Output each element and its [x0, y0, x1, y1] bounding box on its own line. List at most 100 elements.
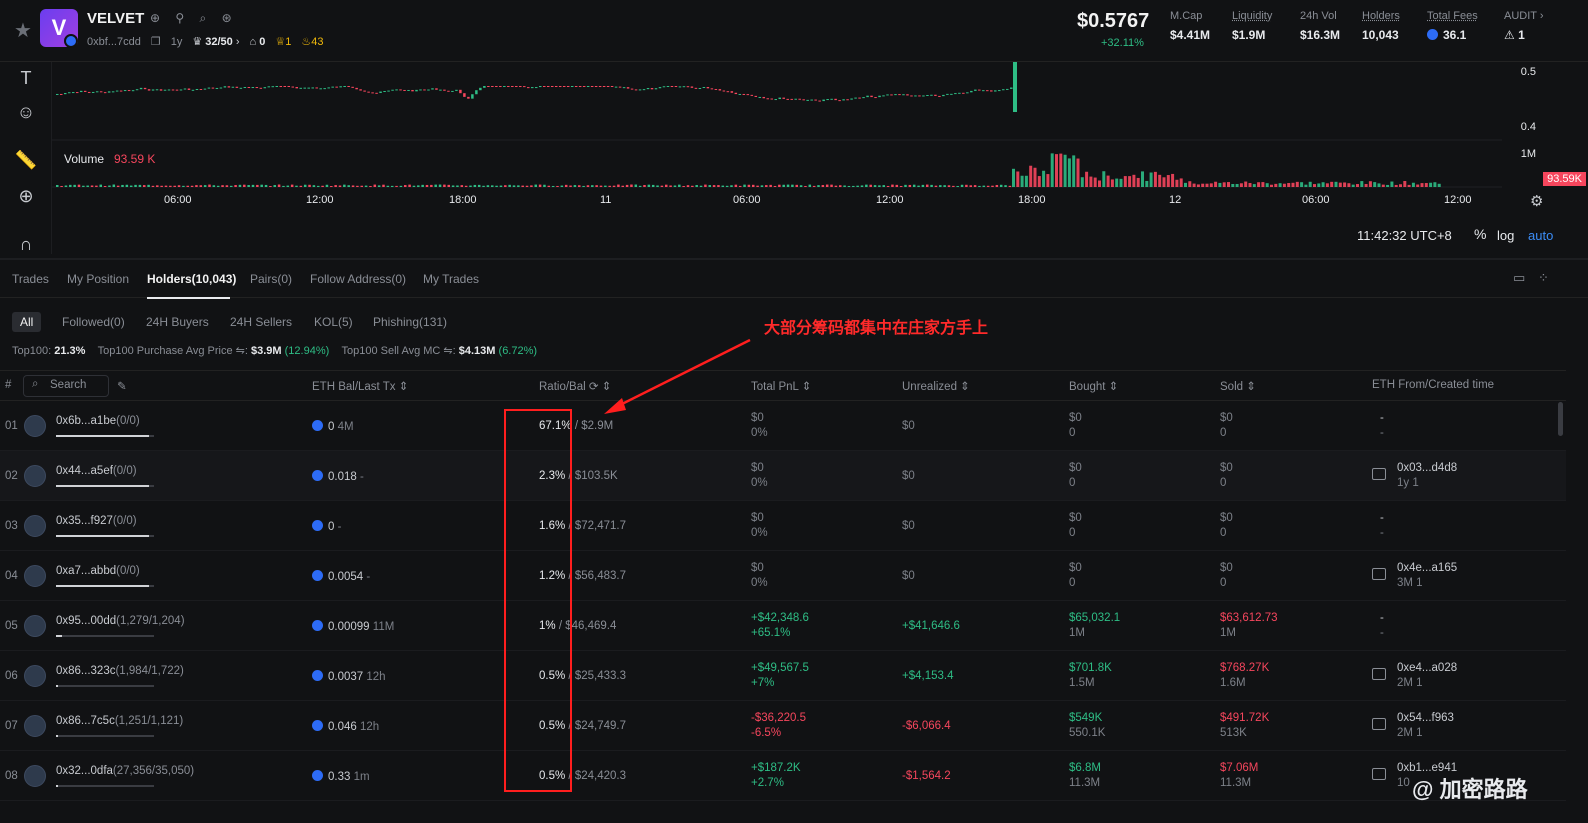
text-tool-icon[interactable]: T — [14, 66, 38, 90]
candle — [103, 92, 107, 94]
star-icon[interactable]: ★ — [14, 18, 32, 43]
zoom-tool-icon[interactable]: ⊕ — [14, 184, 38, 208]
holder-address[interactable]: 0x35...f927(0/0) — [56, 515, 137, 527]
holder-address[interactable]: 0x95...00dd(1,279/1,204) — [56, 615, 185, 627]
percent-toggle[interactable]: % — [1474, 226, 1486, 242]
col-eth-bal[interactable]: ETH Bal/Last Tx ⇕ — [312, 379, 408, 393]
filter-24h-sellers[interactable]: 24H Sellers — [222, 312, 300, 332]
volume-bar — [82, 185, 85, 187]
table-row[interactable]: 06 0x86...323c(1,984/1,722) 0.0037 12h 0.5%… — [0, 651, 1566, 701]
holding-bar — [56, 785, 154, 787]
candle — [562, 86, 566, 87]
candle — [786, 98, 789, 100]
filter-followed[interactable]: Followed(0) — [54, 312, 133, 332]
volume-bar — [791, 184, 794, 187]
stat-total-fees[interactable]: Total Fees 36.1 — [1427, 10, 1478, 42]
holder-address[interactable]: 0x32...0dfa(27,356/35,050) — [56, 765, 194, 777]
candle — [523, 86, 526, 88]
filter-phishing[interactable]: Phishing(131) — [365, 312, 455, 332]
holder-address[interactable]: 0x6b...a1be(0/0) — [56, 415, 140, 427]
bubble-map-icon[interactable]: ⁘ — [1538, 270, 1549, 286]
volume-bar — [534, 184, 537, 187]
candle — [774, 99, 777, 101]
volume-bar — [173, 185, 176, 187]
col-total-pnl[interactable]: Total PnL ⇕ — [751, 379, 811, 393]
candle — [511, 86, 514, 87]
volume-bar — [1265, 183, 1269, 187]
copy-icon[interactable]: ❐ — [151, 35, 161, 48]
log-toggle[interactable]: log — [1497, 228, 1514, 243]
volume-bar — [116, 185, 120, 187]
table-row[interactable]: 07 0x86...7c5c(1,251/1,121) 0.046 12h 0.5% … — [0, 701, 1566, 751]
candle — [726, 91, 730, 93]
tab-pairs[interactable]: Pairs(0) — [250, 272, 292, 286]
eth-from[interactable]: -- — [1380, 511, 1384, 541]
tab-trades[interactable]: Trades — [12, 272, 49, 286]
col-bought[interactable]: Bought ⇕ — [1069, 379, 1118, 393]
table-row[interactable]: 05 0x95...00dd(1,279/1,204) 0.00099 11M 1% … — [0, 601, 1566, 651]
eth-from[interactable]: 0x54...f963 2M 1 — [1397, 711, 1454, 741]
auto-toggle[interactable]: auto — [1528, 228, 1553, 243]
filter-all[interactable]: All — [12, 312, 42, 332]
volume-bar — [1429, 182, 1433, 187]
tab-follow-address[interactable]: Follow Address(0) — [310, 272, 406, 286]
candle — [431, 88, 434, 90]
stat-liquidity[interactable]: Liquidity $1.9M — [1232, 10, 1272, 42]
holder-address[interactable]: 0x44...a5ef(0/0) — [56, 465, 137, 477]
rank: 03 — [5, 520, 18, 532]
tab-my-trades[interactable]: My Trades — [423, 272, 479, 286]
eth-from[interactable]: 0x03...d4d8 1y 1 — [1397, 461, 1457, 491]
holder-address[interactable]: 0xa7...abbd(0/0) — [56, 565, 140, 577]
panel-layout-icon[interactable]: ▭ — [1513, 270, 1525, 286]
eth-balance: 0.00099 11M — [312, 620, 394, 633]
eth-from[interactable]: -- — [1380, 411, 1384, 441]
eth-from[interactable]: 0x4e...a165 3M 1 — [1397, 561, 1457, 591]
settings-gear-icon[interactable]: ⚙ — [1530, 192, 1543, 210]
emoji-tool-icon[interactable]: ☺ — [14, 100, 38, 124]
volume-bar — [1437, 183, 1441, 187]
candle — [746, 94, 750, 96]
stat-holders[interactable]: Holders 10,043 — [1362, 10, 1400, 42]
contract-address[interactable]: 0xbf...7cdd — [87, 36, 141, 48]
volume-bar — [147, 184, 150, 187]
stat-audit[interactable]: AUDIT › ⚠ 1 — [1504, 10, 1544, 42]
total-pnl: +$187.2K +2.7% — [751, 762, 801, 789]
candle — [395, 89, 398, 91]
volume-bar — [1368, 181, 1372, 187]
token-link-icons[interactable]: ⊕ ⚲ ⌕ ⊛ — [150, 11, 238, 26]
table-row[interactable]: 01 0x6b...a1be(0/0) 0 4M 67.1% / $2.9M $0 0% $… — [0, 401, 1566, 451]
trophy-chip: ♕1 — [275, 36, 292, 48]
candle — [974, 89, 977, 91]
edit-icon[interactable]: ✎ — [117, 379, 127, 393]
volume-bar — [1377, 183, 1381, 187]
magnet-tool-icon[interactable]: ∩ — [14, 232, 38, 256]
tab-my-position[interactable]: My Position — [67, 272, 129, 286]
volume-bar — [673, 185, 677, 187]
col-sold[interactable]: Sold ⇕ — [1220, 379, 1256, 393]
volume-bar — [665, 184, 668, 187]
table-row[interactable]: 03 0x35...f927(0/0) 0 -1.6% / $72,471.7 $0 0… — [0, 501, 1566, 551]
holder-address[interactable]: 0x86...7c5c(1,251/1,121) — [56, 715, 183, 727]
filter-24h-buyers[interactable]: 24H Buyers — [138, 312, 217, 332]
volume-bar — [121, 184, 124, 187]
holders-ratio-chip[interactable]: ♛ 32/50 › — [192, 35, 239, 48]
table-row[interactable]: 04 0xa7...abbd(0/0) 0.0054 -1.2% / $56,483… — [0, 551, 1566, 601]
tab-holders[interactable]: Holders(10,043) — [147, 272, 236, 286]
candle — [646, 88, 650, 90]
candle — [527, 87, 530, 89]
table-row[interactable]: 02 0x44...a5ef(0/0) 0.018 -2.3% / $103.5K $… — [0, 451, 1566, 501]
ruler-tool-icon[interactable]: 📏 — [14, 148, 38, 172]
eth-from[interactable]: -- — [1380, 611, 1384, 641]
volume-bar — [1278, 183, 1282, 187]
table-row[interactable]: 08 0x32...0dfa(27,356/35,050) 0.33 1m 0.5% … — [0, 751, 1566, 801]
volume-bar — [495, 185, 498, 187]
table-scrollbar[interactable] — [1558, 402, 1563, 436]
search-input[interactable]: ⌕ Search — [23, 375, 109, 397]
col-unrealized[interactable]: Unrealized ⇕ — [902, 379, 970, 393]
holder-address[interactable]: 0x86...323c(1,984/1,722) — [56, 665, 184, 677]
avatar — [24, 615, 46, 637]
x-tick: 12:00 — [306, 194, 334, 206]
filter-kol[interactable]: KOL(5) — [306, 312, 361, 332]
eth-from[interactable]: 0xe4...a028 2M 1 — [1397, 661, 1457, 691]
price-chart[interactable]: 0.5 0.4 1M Volume 93.59 K 93.59K 06:00 1… — [52, 62, 1588, 254]
